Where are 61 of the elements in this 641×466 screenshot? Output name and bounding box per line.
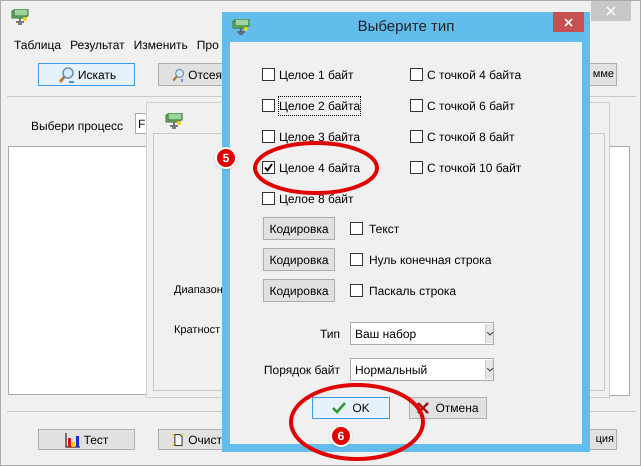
checkbox-label: Текст [369,220,400,238]
menu-item[interactable]: Про [196,36,219,54]
app-icon [232,19,250,35]
toolbar-button[interactable]: мме [587,63,617,86]
process-label: Выбери процесс [31,118,124,135]
app-icon [11,9,29,25]
document-icon [171,430,186,448]
checkbox-label: С точкой 8 байт [427,128,515,146]
checkbox-label: Целое 8 байт [279,190,354,208]
cancel-button[interactable]: Отмена [409,397,487,419]
checkbox[interactable] [410,161,423,174]
checkbox[interactable] [262,192,275,205]
checkbox-label: Целое 4 байта [279,160,360,176]
checkbox-label: С точкой 4 байта [427,66,522,84]
checkbox-label: Целое 1 байт [279,66,354,84]
checkmark-icon [264,163,273,172]
menu-item[interactable]: Таблица [14,36,62,54]
checkbox-label: Паскаль строка [369,282,456,300]
bar-chart-icon [64,432,81,448]
caret-icon [486,368,492,372]
bottom-button[interactable]: ция [587,429,617,450]
ok-button[interactable]: OK [312,397,390,419]
checkbox[interactable] [350,284,363,297]
encoding-button[interactable]: Кодировка [263,217,335,240]
bottom-button[interactable]: Очист [158,429,223,450]
checkbox[interactable] [262,99,275,112]
dropdown-field[interactable]: Ваш набор [350,322,494,345]
checkbox[interactable] [262,161,275,174]
checkbox[interactable] [262,68,275,81]
checkbox[interactable] [410,130,423,143]
toolbar-button[interactable]: Искать [38,63,135,86]
field-label: Диапазон [174,283,223,298]
caret-icon [486,332,492,336]
menu-item[interactable]: Изменить [134,36,188,54]
checkbox[interactable] [350,222,363,235]
checkbox-label: Целое 2 байта [279,96,360,114]
toolbar-button[interactable]: Отсея [158,63,223,86]
encoding-button[interactable]: Кодировка [263,279,335,302]
checkbox-label: С точкой 10 байт [427,160,522,176]
menu-item[interactable]: Результат [70,36,125,54]
process-combo[interactable]: F [135,113,147,134]
close-button[interactable] [553,12,584,32]
checkmark-icon [332,402,346,414]
encoding-button[interactable]: Кодировка [263,248,335,271]
checkbox[interactable] [410,68,423,81]
checkbox-label: С точкой 6 байт [427,98,515,114]
cross-icon [417,402,430,414]
select-label: Тип [318,326,341,342]
checkbox[interactable] [262,130,275,143]
field-label: Кратност [174,323,220,338]
app-icon [165,113,183,129]
bottom-button[interactable]: Тест [38,429,135,450]
checkbox-label: Целое 3 байта [279,128,360,146]
checkbox-label: Нуль конечная строка [369,252,492,268]
checkbox[interactable] [350,253,363,266]
magnifier-icon [56,66,75,84]
select-label: Порядок байт [262,362,341,378]
dropdown-field[interactable]: Нормальный [350,358,494,381]
close-icon [564,18,573,26]
dialog-title: Выберите тип [358,16,454,37]
checkbox[interactable] [410,99,423,112]
